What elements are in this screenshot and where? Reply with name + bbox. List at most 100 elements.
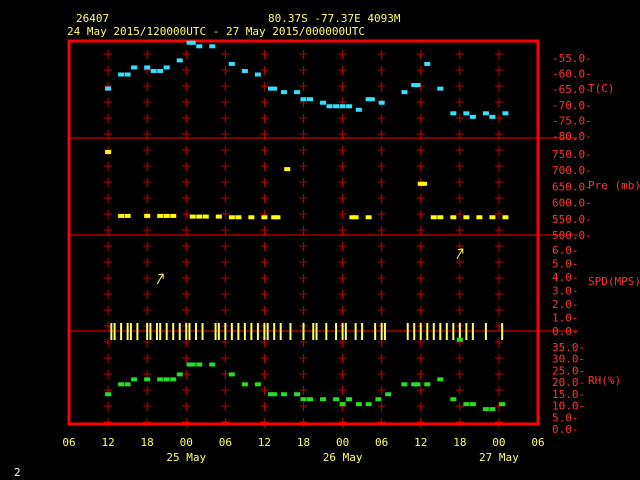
data-point: [300, 397, 307, 402]
y-tick-label: 0.0-: [552, 325, 579, 338]
y-tick-label: 6.0-: [552, 244, 579, 257]
y-tick-label: 700.0-: [552, 164, 592, 177]
data-point: [105, 150, 112, 155]
x-tick-label: 18: [453, 436, 466, 449]
data-point: [355, 402, 362, 407]
y-tick-label: -75.0-: [552, 114, 592, 127]
data-point: [463, 111, 470, 116]
y-tick-labels: -55.0- -60.0- -65.0- -70.0- -75.0- -80.0- T(C)…: [552, 52, 640, 436]
meteogram-chart: 26407 80.37S -77.37E 4093M 24 May 2015/1…: [14, 12, 640, 479]
time-period: 24 May 2015/120000UTC - 27 May 2015/0000…: [67, 25, 365, 38]
data-point: [131, 377, 138, 382]
data-point: [196, 362, 203, 367]
data-point: [271, 392, 278, 397]
data-point: [196, 214, 203, 219]
data-point: [170, 213, 177, 218]
data-point: [163, 377, 170, 382]
y-tick-label: -70.0-: [552, 99, 592, 112]
grid-layer: [67, 39, 578, 427]
data-point: [437, 215, 444, 220]
data-point: [118, 72, 125, 77]
data-point: [502, 111, 509, 116]
data-point: [241, 382, 248, 387]
y-tick-label: 2.0-: [552, 298, 579, 311]
x-tick-label: 00: [336, 436, 349, 449]
data-point: [502, 215, 509, 220]
data-point: [456, 337, 463, 342]
y-tick-label: 650.0-: [552, 180, 592, 193]
data-point: [284, 167, 291, 172]
data-point: [118, 382, 125, 387]
data-point: [401, 90, 408, 95]
data-point: [355, 107, 362, 112]
y-tick-label: -80.0-: [552, 130, 592, 143]
data-point: [254, 72, 261, 77]
data-point: [293, 90, 300, 95]
data-point: [401, 382, 408, 387]
data-point: [378, 100, 385, 105]
data-point: [469, 402, 476, 407]
data-point: [241, 68, 248, 73]
data-point: [450, 111, 457, 116]
y-tick-label: -55.0-: [552, 52, 592, 65]
data-point: [228, 215, 235, 220]
wind-arrow: [156, 273, 164, 285]
data-point: [320, 100, 327, 105]
data-point: [414, 83, 421, 88]
data-point: [163, 213, 170, 218]
data-point: [307, 397, 314, 402]
data-point: [157, 213, 164, 218]
data-point: [124, 382, 131, 387]
data-point: [293, 392, 300, 397]
meteogram-screen: 26407 80.37S -77.37E 4093M 24 May 2015/1…: [0, 0, 640, 480]
y-tick-label: 500.0-: [552, 229, 592, 242]
x-tick-label: 12: [258, 436, 271, 449]
x-tick-label: 00: [180, 436, 193, 449]
data-point: [300, 97, 307, 102]
x-tick-label: 06: [375, 436, 388, 449]
y-tick-label: 4.0-: [552, 271, 579, 284]
data-point: [124, 213, 131, 218]
panel-name: T(C): [588, 82, 615, 95]
x-tick-label: 00: [492, 436, 505, 449]
data-point: [189, 362, 196, 367]
data-point: [489, 215, 496, 220]
day-label: 25 May: [166, 451, 206, 464]
data-point: [105, 392, 112, 397]
x-tick-label: 18: [297, 436, 310, 449]
data-point: [131, 65, 138, 70]
data-point: [346, 104, 353, 109]
station-location: 80.37S -77.37E 4093M: [268, 12, 401, 25]
data-point: [437, 86, 444, 91]
data-point: [189, 214, 196, 219]
data-point: [463, 402, 470, 407]
data-point: [209, 362, 216, 367]
data-point: [385, 392, 392, 397]
x-tick-label: 06: [62, 436, 75, 449]
data-point: [499, 402, 506, 407]
data-point: [375, 397, 382, 402]
data-point: [144, 377, 151, 382]
data-point: [176, 58, 183, 63]
data-point: [307, 97, 314, 102]
y-tick-label: -60.0-: [552, 68, 592, 81]
panel-name: Pre (mb): [588, 179, 640, 192]
x-tick-label: 18: [141, 436, 154, 449]
data-point: [489, 407, 496, 412]
y-tick-label: 1.0-: [552, 312, 579, 325]
panel-name: RH(%): [588, 374, 621, 387]
data-point: [157, 377, 164, 382]
x-tick-labels: 06 12 18 00 06 12 18 00 06 12 18 00 06 25 May 26 May 27…: [62, 436, 544, 464]
data-point: [339, 104, 346, 109]
x-tick-label: 12: [101, 436, 114, 449]
data-point: [365, 402, 372, 407]
data-point: [228, 61, 235, 66]
data-point: [235, 215, 242, 220]
data-point: [339, 402, 346, 407]
x-tick-label: 06: [531, 436, 544, 449]
y-tick-label: 550.0-: [552, 213, 592, 226]
y-tick-label: 3.0-: [552, 285, 579, 298]
data-point: [469, 114, 476, 119]
page-number: 2: [14, 466, 21, 479]
panel-name: SPD(MPS): [588, 275, 640, 288]
